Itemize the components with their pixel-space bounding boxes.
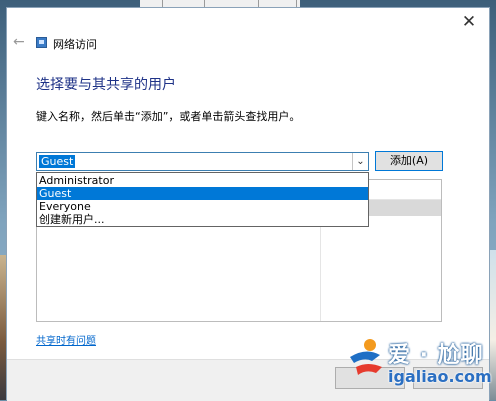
chevron-down-icon[interactable]: ⌄ — [352, 153, 368, 170]
dropdown-item-everyone[interactable]: Everyone — [37, 200, 368, 213]
network-icon — [36, 37, 47, 48]
dropdown-item-administrator[interactable]: Administrator — [37, 174, 368, 187]
close-icon[interactable]: ✕ — [459, 12, 479, 32]
instruction-text: 键入名称，然后单击“添加”，或者单击箭头查找用户。 — [36, 110, 301, 123]
back-arrow-icon[interactable]: ← — [13, 35, 27, 49]
watermark-brand: 爱 · 尬聊 — [388, 343, 484, 368]
user-name-combobox[interactable]: Guest ⌄ — [36, 152, 369, 171]
watermark: 爱 · 尬聊 igaliao.com — [344, 333, 494, 393]
dropdown-item-guest[interactable]: Guest — [37, 187, 368, 200]
sharing-help-link[interactable]: 共享时有问题 — [36, 332, 96, 347]
combobox-value[interactable]: Guest — [39, 155, 76, 168]
add-button[interactable]: 添加(A) — [375, 151, 443, 171]
watermark-logo-icon — [350, 339, 382, 375]
watermark-url: igaliao.com — [388, 367, 492, 386]
user-dropdown-list[interactable]: Administrator Guest Everyone 创建新用户... — [36, 172, 369, 227]
page-title: 选择要与其共享的用户 — [36, 77, 176, 93]
window-title: 网络访问 — [53, 38, 97, 51]
dropdown-item-create-new-user[interactable]: 创建新用户... — [37, 213, 368, 226]
